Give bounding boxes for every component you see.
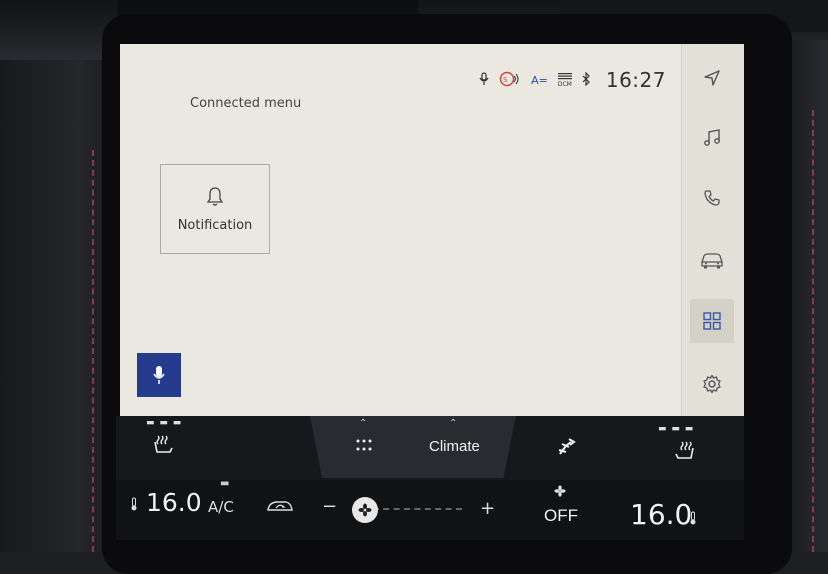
seat-heater-icon [154, 435, 173, 453]
fan-icon [358, 503, 372, 517]
climate-control-bar: 16.0 ▬ A/C − + OFF 16.0 [116, 478, 744, 540]
dcm-label: DCM [557, 80, 572, 88]
side-nav-rail [681, 44, 744, 416]
ac-indicator: ▬ [220, 478, 230, 489]
ac-button[interactable]: A/C [208, 498, 234, 516]
notification-label: Notification [177, 217, 253, 233]
fan-increase-button[interactable]: + [480, 498, 495, 519]
music-icon [704, 129, 720, 146]
car-icon [701, 253, 723, 269]
rail-phone[interactable] [690, 176, 734, 220]
status-bar: S A= DCM 16:27 [479, 68, 666, 92]
grid-dots-icon [356, 439, 372, 451]
air-flow-icon [558, 438, 576, 455]
fan-status-icon [554, 482, 566, 501]
right-thermometer-icon [689, 510, 697, 529]
clock: 16:27 [605, 68, 666, 92]
rail-music[interactable] [690, 116, 734, 160]
rail-navigation[interactable] [690, 56, 734, 100]
phone-icon [704, 190, 720, 206]
left-thermometer-icon [130, 496, 138, 515]
fan-status[interactable]: OFF [544, 506, 578, 526]
rail-vehicle[interactable] [690, 238, 734, 282]
seat-heater-icon [675, 441, 694, 459]
climate-expand-arrow: ⌃ [449, 418, 458, 429]
ecall-icon: S [499, 71, 521, 90]
bell-icon [206, 186, 224, 206]
apps-button[interactable] [356, 438, 372, 457]
voice-off-icon [479, 71, 489, 89]
dcm-icon: DCM [557, 72, 572, 88]
left-temperature[interactable]: 16.0 [146, 488, 202, 517]
apps-icon [703, 312, 721, 330]
left-seat-heat-button[interactable] [152, 434, 176, 460]
infotainment-screen: Connected menu S A= DCM 16:27 Notificati… [120, 44, 744, 416]
quick-access-bar: ▬ ▬ ▬ ⌃ ⌃ Climate ▬ ▬ ▬ [116, 416, 744, 480]
settings-icon [703, 374, 721, 394]
microphone-icon [153, 366, 165, 384]
right-seat-heat-button[interactable] [672, 440, 696, 466]
svg-text:S: S [503, 76, 508, 84]
voice-assistant-button[interactable] [137, 353, 181, 397]
apps-expand-arrow: ⌃ [359, 418, 368, 429]
fan-speed-slider-handle[interactable] [352, 497, 378, 523]
recirculation-icon [267, 501, 293, 511]
rail-settings[interactable] [690, 362, 734, 406]
notification-tile[interactable]: Notification [160, 164, 270, 254]
seat-heat-level-right: ▬ ▬ ▬ [658, 424, 695, 434]
rail-apps[interactable] [690, 299, 734, 343]
navigation-icon [704, 70, 720, 86]
bluetooth-icon [582, 71, 590, 89]
fan-decrease-button[interactable]: − [322, 496, 337, 517]
page-title: Connected menu [190, 96, 302, 111]
seat-heat-level-left: ▬ ▬ ▬ [146, 418, 183, 428]
air-flow-button[interactable] [556, 436, 582, 464]
recirculation-button[interactable] [266, 498, 294, 518]
right-stitching [812, 110, 816, 552]
climate-button[interactable]: Climate [429, 438, 480, 455]
right-temperature[interactable]: 16.0 [630, 498, 692, 531]
left-stitching [92, 150, 96, 552]
language-icon: A= [531, 73, 548, 87]
